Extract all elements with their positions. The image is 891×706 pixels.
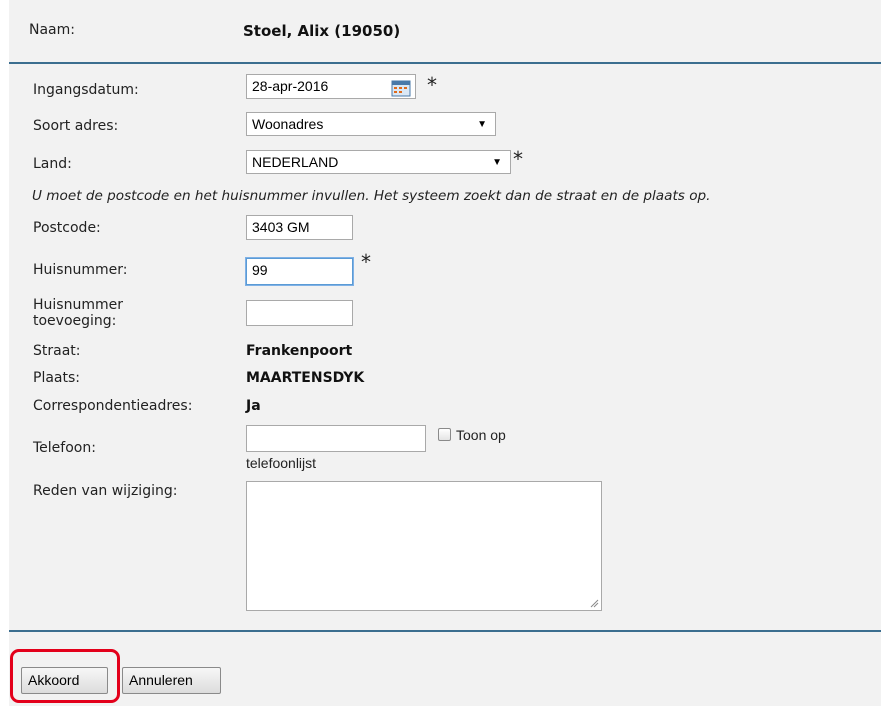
huisnummer-required-mark: * [361,250,371,274]
correspondentie-value: Ja [246,398,261,414]
toevoeging-label-line1: Huisnummer [33,297,123,313]
toon-op-telefoonlijst-checkbox[interactable] [438,428,451,441]
toevoeging-input[interactable] [246,300,353,326]
telefoon-label: Telefoon: [33,440,96,456]
dropdown-arrow-icon: ▼ [492,157,502,168]
correspondentie-label: Correspondentieadres: [33,398,193,414]
dropdown-arrow-icon: ▼ [477,119,487,130]
postcode-label: Postcode: [33,220,101,236]
land-required-mark: * [513,147,523,171]
ingangsdatum-value: 28-apr-2016 [252,78,329,94]
postcode-input[interactable]: 3403 GM [246,215,353,240]
straat-value: Frankenpoort [246,343,353,359]
name-value: Stoel, Alix (19050) [243,22,401,40]
land-label: Land: [33,156,72,172]
land-select[interactable]: NEDERLAND ▼ [246,150,511,174]
header-bar: Naam: Stoel, Alix (19050) [9,0,881,64]
soort-adres-label: Soort adres: [33,118,119,134]
plaats-value: MAARTENSDYK [246,370,365,386]
postcode-notice: U moet de postcode en het huisnummer inv… [32,188,711,204]
checkbox-label-line1: Toon op [456,427,506,443]
ingangsdatum-required-mark: * [427,73,437,97]
land-value: NEDERLAND [252,154,339,170]
annuleren-button[interactable]: Annuleren [122,667,221,694]
reden-label: Reden van wijziging: [33,483,178,499]
name-label: Naam: [29,22,75,38]
checkbox-label-line2: telefoonlijst [246,455,317,471]
calendar-icon[interactable] [390,78,412,98]
soort-adres-value: Woonadres [252,116,324,132]
huisnummer-label: Huisnummer: [33,262,128,278]
plaats-label: Plaats: [33,370,80,386]
resize-grip-icon[interactable] [589,598,599,608]
huisnummer-value: 99 [252,262,268,278]
footer-divider [9,630,881,632]
straat-label: Straat: [33,343,81,359]
ingangsdatum-label: Ingangsdatum: [33,82,139,98]
reden-textarea[interactable] [246,481,602,611]
postcode-value: 3403 GM [252,219,310,235]
huisnummer-input[interactable]: 99 [246,258,353,285]
highlight-marker [10,649,120,703]
soort-adres-select[interactable]: Woonadres ▼ [246,112,496,136]
telefoon-input[interactable] [246,425,426,452]
toevoeging-label-line2: toevoeging: [33,313,117,329]
